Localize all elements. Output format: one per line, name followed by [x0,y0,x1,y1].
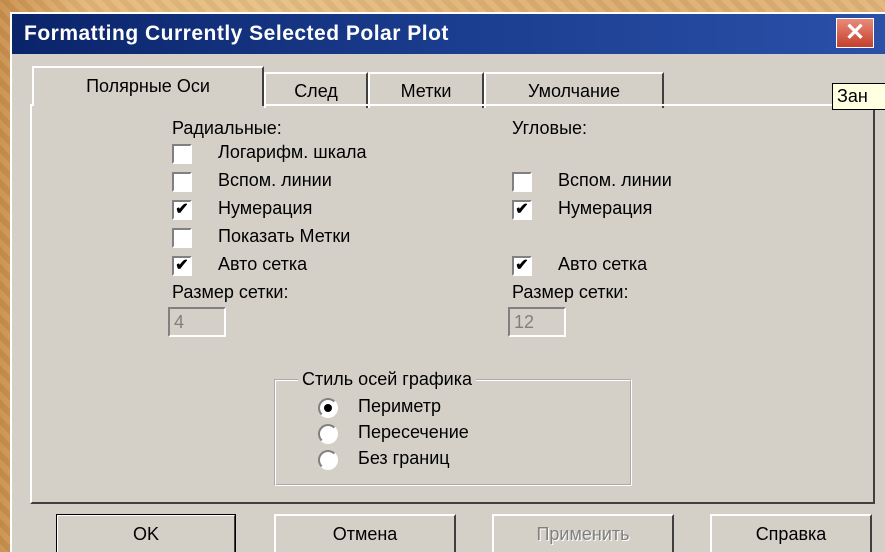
tab-defaults-label: Умолчание [527,81,621,101]
tab-defaults[interactable]: Умолчание [484,72,664,108]
dialog-title: Formatting Currently Selected Polar Plot [24,22,449,45]
close-button[interactable]: ✕ [836,18,874,48]
help-button-label: Справка [755,524,827,544]
tab-panel [30,104,875,504]
tab-polar-axes[interactable]: Полярные Оси [32,66,264,106]
polar-plot-format-dialog: Formatting Currently Selected Polar Plot… [10,12,885,552]
close-icon: ✕ [844,19,866,46]
tooltip-text: Зан [837,86,868,106]
tab-polar-axes-label: Полярные Оси [86,76,210,96]
cancel-button-label: Отмена [332,524,398,544]
ok-button-label: OK [132,524,159,544]
tooltip: Зан [832,83,885,110]
help-button[interactable]: Справка [710,514,872,552]
tab-labels-label: Метки [400,81,452,101]
cancel-button[interactable]: Отмена [274,514,456,552]
apply-button[interactable]: Применить [492,514,674,552]
title-bar[interactable]: Formatting Currently Selected Polar Plot [12,14,885,54]
ok-button[interactable]: OK [56,514,236,552]
tab-trace-label: След [294,81,338,101]
tab-trace[interactable]: След [264,72,368,108]
apply-button-label: Применить [536,524,630,544]
tab-labels[interactable]: Метки [368,72,484,108]
